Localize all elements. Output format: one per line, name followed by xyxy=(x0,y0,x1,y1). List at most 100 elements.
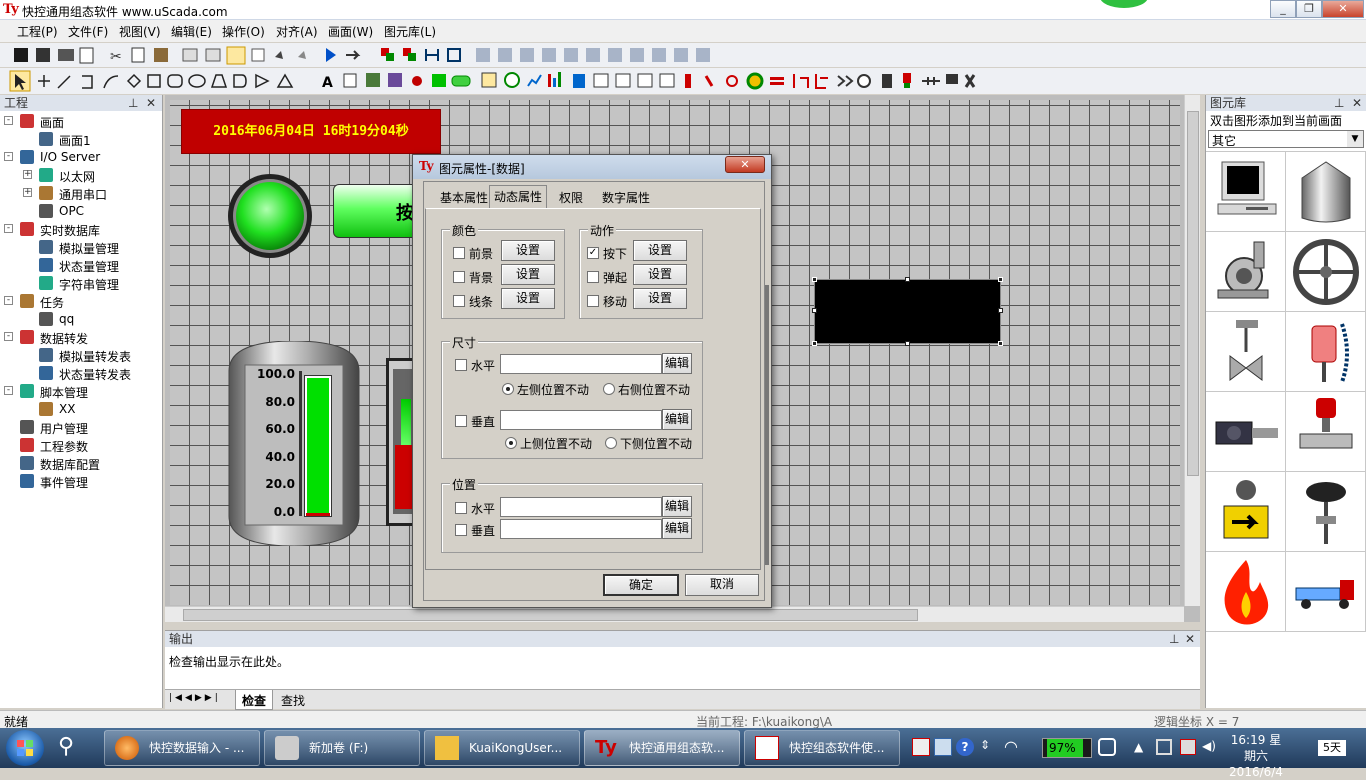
pos-horizontal-input[interactable] xyxy=(500,497,662,517)
menu-align[interactable]: 对齐(A) xyxy=(276,23,318,40)
motor-icon[interactable] xyxy=(1206,392,1286,472)
color-checkbox-0[interactable] xyxy=(453,247,465,259)
tree-item[interactable]: + 以太网 xyxy=(0,167,160,185)
menu-view[interactable]: 视图(V) xyxy=(119,23,161,40)
tree-item[interactable]: qq xyxy=(0,311,160,329)
collapse-icon[interactable]: - xyxy=(4,116,13,125)
expand-icon[interactable]: + xyxy=(23,170,32,179)
action-set-button-0[interactable]: 设置 xyxy=(633,240,687,261)
pos-horizontal-checkbox[interactable] xyxy=(455,502,467,514)
tree-item[interactable]: - I/O Server xyxy=(0,149,160,167)
clock[interactable]: 16:19 星期六 2016/6/4 xyxy=(1226,732,1286,779)
fire-icon[interactable] xyxy=(1206,552,1286,632)
library-pin-icon[interactable]: ⊥ xyxy=(1334,95,1344,111)
dialog-title-bar[interactable]: Ty 图元属性-[数据] ✕ xyxy=(413,155,771,179)
size-vertical-checkbox[interactable] xyxy=(455,415,467,427)
tab-digital[interactable]: 数字属性 xyxy=(597,188,655,208)
tree-item[interactable]: - 脚本管理 xyxy=(0,383,160,401)
hscroll-thumb[interactable] xyxy=(183,609,918,621)
menu-project[interactable]: 工程(P) xyxy=(17,23,58,40)
size-vertical-input[interactable] xyxy=(500,410,662,430)
tree-item[interactable]: 状态量管理 xyxy=(0,257,160,275)
canvas-hscrollbar[interactable] xyxy=(165,606,1184,622)
pump-icon[interactable] xyxy=(1206,232,1286,312)
flow-meter-icon[interactable] xyxy=(1286,392,1366,472)
color-checkbox-2[interactable] xyxy=(453,295,465,307)
output-close-icon[interactable]: ✕ xyxy=(1185,631,1195,647)
output-tab-check[interactable]: 检查 xyxy=(235,690,274,710)
chevron-down-icon[interactable]: ▼ xyxy=(1347,131,1363,147)
menu-library[interactable]: 图元库(L) xyxy=(384,23,436,40)
tray-pdf-icon[interactable] xyxy=(912,738,930,756)
color-set-button-0[interactable]: 设置 xyxy=(501,240,555,261)
pin-icon[interactable]: ⊥ xyxy=(128,95,138,111)
pos-vertical-checkbox[interactable] xyxy=(455,524,467,536)
tree-item[interactable]: 字符串管理 xyxy=(0,275,160,293)
action-center-icon[interactable] xyxy=(1180,739,1196,755)
size-horizontal-checkbox[interactable] xyxy=(455,359,467,371)
expand-icon[interactable]: + xyxy=(23,188,32,197)
collapse-icon[interactable]: - xyxy=(4,152,13,161)
size-horizontal-input[interactable] xyxy=(500,354,662,374)
tree-item[interactable]: 状态量转发表 xyxy=(0,365,160,383)
size-vertical-edit-button[interactable]: 编辑 xyxy=(662,409,692,430)
taskbar-item-2[interactable]: KuaiKongUser... xyxy=(424,730,580,766)
tank-gauge[interactable]: 100.0 80.0 60.0 40.0 20.0 0.0 xyxy=(227,341,361,546)
tree-item[interactable]: 模拟量转发表 xyxy=(0,347,160,365)
dialog-close-button[interactable]: ✕ xyxy=(725,156,765,173)
wifi-icon[interactable]: ◠ xyxy=(1004,737,1026,757)
color-set-button-1[interactable]: 设置 xyxy=(501,264,555,285)
action-checkbox-2[interactable] xyxy=(587,295,599,307)
help-icon[interactable]: ? xyxy=(956,738,974,756)
tray-app-icon[interactable] xyxy=(934,738,952,756)
canvas-push-button[interactable]: 按 xyxy=(333,184,423,238)
indicator-lamp[interactable] xyxy=(226,173,314,259)
tree-item[interactable]: 画面1 xyxy=(0,131,160,149)
color-set-button-2[interactable]: 设置 xyxy=(501,288,555,309)
size-horizontal-edit-button[interactable]: 编辑 xyxy=(662,353,692,374)
maximize-button[interactable]: ❐ xyxy=(1296,0,1322,18)
tree-item[interactable]: OPC xyxy=(0,203,160,221)
menu-edit[interactable]: 编辑(E) xyxy=(171,23,212,40)
library-category-select[interactable]: 其它 ▼ xyxy=(1208,130,1364,148)
sensor-probe-icon[interactable] xyxy=(1286,472,1366,552)
tree-item[interactable]: 用户管理 xyxy=(0,419,160,437)
tree-item[interactable]: - 画面 xyxy=(0,113,160,131)
canvas-vscrollbar[interactable] xyxy=(1184,95,1200,606)
pos-vertical-input[interactable] xyxy=(500,519,662,539)
volume-icon[interactable]: ◀) xyxy=(1202,739,1218,755)
taskbar-item-1[interactable]: 新加卷 (F:) xyxy=(264,730,420,766)
valve-icon[interactable] xyxy=(1206,312,1286,392)
output-tab-find[interactable]: 查找 xyxy=(277,692,309,709)
output-pin-icon[interactable]: ⊥ xyxy=(1169,631,1179,647)
collapse-icon[interactable]: - xyxy=(4,386,13,395)
tree-item[interactable]: 事件管理 xyxy=(0,473,160,491)
actuator-valve-icon[interactable] xyxy=(1286,312,1366,392)
transmitter-icon[interactable] xyxy=(1206,472,1286,552)
action-set-button-2[interactable]: 设置 xyxy=(633,288,687,309)
color-checkbox-1[interactable] xyxy=(453,271,465,283)
tree-item[interactable]: - 任务 xyxy=(0,293,160,311)
tray-device-icon[interactable] xyxy=(1098,738,1116,756)
taskbar-item-0[interactable]: 快控数据输入 - ... xyxy=(104,730,260,766)
cancel-button[interactable]: 取消 xyxy=(685,574,759,596)
v-top-fixed-radio[interactable] xyxy=(505,437,517,449)
action-checkbox-0[interactable]: ✓ xyxy=(587,247,599,259)
collapse-icon[interactable]: - xyxy=(4,296,13,305)
truck-icon[interactable] xyxy=(1286,552,1366,632)
tree-item[interactable]: - 实时数据库 xyxy=(0,221,160,239)
silo-icon[interactable] xyxy=(1286,152,1366,232)
tree-item[interactable]: 数据库配置 xyxy=(0,455,160,473)
selected-rectangle[interactable] xyxy=(812,277,1003,346)
tree-item[interactable]: - 数据转发 xyxy=(0,329,160,347)
handwheel-icon[interactable] xyxy=(1286,232,1366,312)
taskbar-item-4[interactable]: 快控组态软件使... xyxy=(744,730,900,766)
pos-vertical-edit-button[interactable]: 编辑 xyxy=(662,518,692,539)
collapse-icon[interactable]: - xyxy=(4,332,13,341)
start-button[interactable] xyxy=(6,730,44,766)
pos-horizontal-edit-button[interactable]: 编辑 xyxy=(662,496,692,517)
tab-permission[interactable]: 权限 xyxy=(551,188,591,208)
library-close-icon[interactable]: ✕ xyxy=(1352,95,1362,111)
battery-indicator[interactable]: 97% xyxy=(1042,738,1092,758)
tree-item[interactable]: 工程参数 xyxy=(0,437,160,455)
